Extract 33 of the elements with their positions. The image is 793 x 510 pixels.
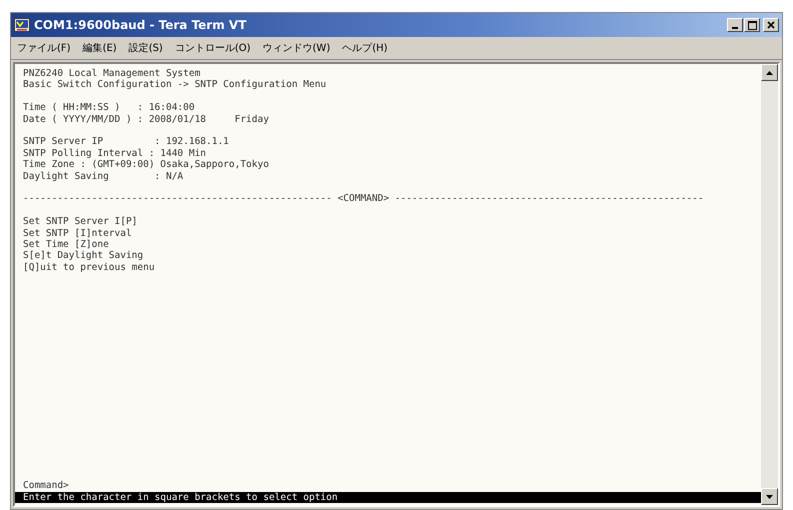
terminal-line: Basic Switch Configuration -> SNTP Configuration Menu bbox=[23, 79, 328, 91]
close-button[interactable] bbox=[763, 18, 779, 32]
menu-item[interactable]: ファイル(F) bbox=[17, 41, 71, 55]
terminal-line: SNTP Server IP : 192.168.1.1 bbox=[23, 136, 230, 148]
terminal-line: Set Time [Z]one bbox=[23, 239, 110, 250]
scroll-down-button[interactable] bbox=[761, 488, 778, 505]
menu-item[interactable]: ヘルプ(H) bbox=[342, 41, 388, 55]
menu-item[interactable]: ウィンドウ(W) bbox=[262, 41, 330, 55]
scrollbar[interactable] bbox=[761, 64, 778, 505]
terminal-line: Set SNTP Server I[P] bbox=[23, 216, 138, 228]
terminal-line: Date ( YYYY/MM/DD ) : 2008/01/18 Friday bbox=[23, 114, 270, 126]
terminal-line: PNZ6240 Local Management System bbox=[23, 68, 202, 80]
down-arrow-icon bbox=[766, 494, 773, 498]
maximize-icon bbox=[748, 20, 756, 30]
window-title: COM1:9600baud - Tera Term VT bbox=[34, 18, 248, 32]
terminal-line: S[e]t Daylight Saving bbox=[23, 250, 144, 262]
command-prompt: Command> bbox=[23, 480, 70, 492]
menu-item[interactable]: 設定(S) bbox=[128, 41, 163, 55]
terminal-line: ------------------------------------------------------ <COMMAND> ------------------------------------------------------ bbox=[23, 193, 705, 205]
terminal-line: [Q]uit to previous menu bbox=[23, 262, 156, 274]
terminal-line: Daylight Saving : N/A bbox=[23, 170, 184, 182]
terminal-line: Time ( HH:MM:SS ) : 16:04:00 bbox=[23, 102, 196, 114]
terminal-line: Time Zone : (GMT+09:00) Osaka,Sapporo,Tokyo bbox=[23, 159, 270, 171]
terminal-app-icon bbox=[14, 18, 30, 32]
minimize-button[interactable] bbox=[727, 18, 743, 32]
scroll-up-button[interactable] bbox=[761, 64, 778, 81]
terminal-line: SNTP Polling Interval : 1440 Min bbox=[23, 148, 208, 160]
maximize-button[interactable] bbox=[744, 18, 760, 32]
up-arrow-icon bbox=[766, 70, 773, 74]
menu-item[interactable]: コントロール(O) bbox=[174, 41, 251, 55]
terminal-line: Set SNTP [I]nterval bbox=[23, 228, 133, 240]
close-icon bbox=[767, 21, 775, 29]
menu-item[interactable]: 編集(E) bbox=[82, 41, 117, 55]
